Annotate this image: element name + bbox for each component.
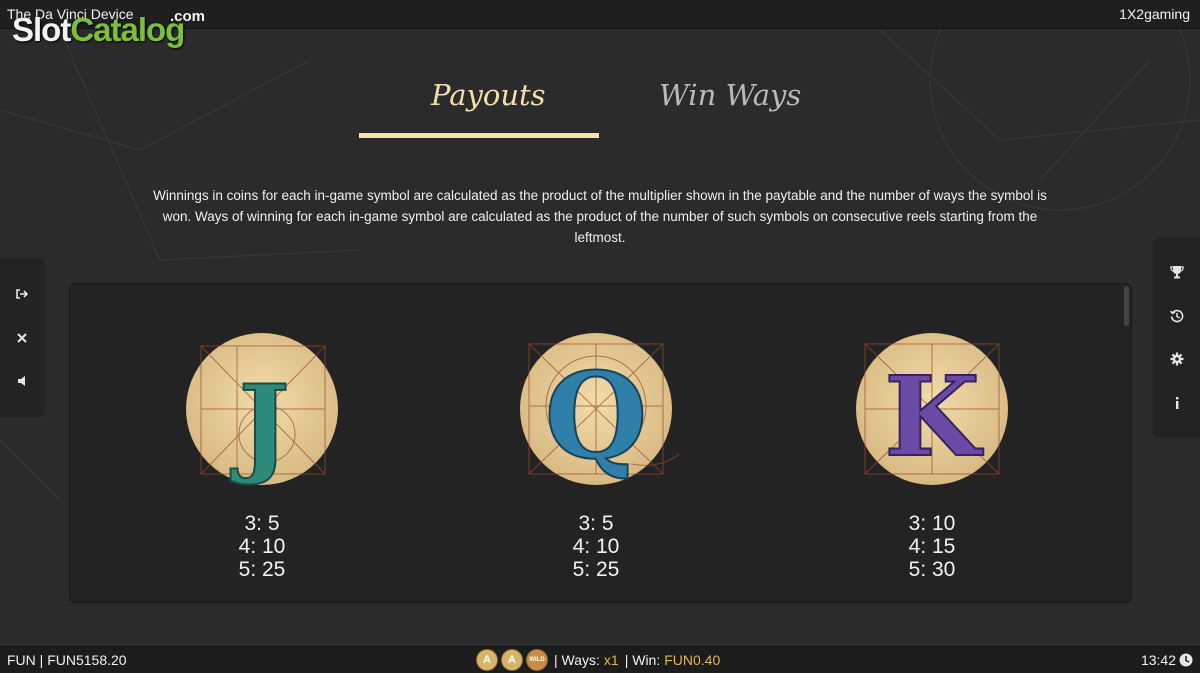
clock-icon: [1179, 653, 1193, 667]
provider-name: 1X2gaming: [1119, 6, 1190, 22]
payout-line: 3: 5: [578, 512, 614, 535]
symbol-k-icon: K: [856, 333, 1008, 485]
payout-line: 4: 10: [572, 535, 620, 558]
svg-text:K: K: [884, 352, 983, 481]
settings-button[interactable]: [1162, 344, 1192, 374]
close-button[interactable]: [7, 323, 37, 353]
watermark-part1: Slot: [12, 11, 71, 48]
symbol-q-icon: Q: [520, 333, 680, 486]
ways-win-info: A A WILD | Ways: x1 | Win: FUN0.40: [476, 649, 721, 671]
win-value: FUN0.40: [664, 652, 721, 668]
exit-icon: [16, 289, 29, 299]
wild-coin-icon: WILD: [526, 649, 548, 671]
win-label: | Win:: [624, 652, 661, 668]
left-control-panel: [0, 258, 45, 417]
watermark-logo: SlotCatalog .com: [12, 9, 205, 48]
gear-icon: [1170, 352, 1184, 366]
watermark-suffix: .com: [170, 8, 206, 25]
symbol-j-icon: J: [186, 333, 338, 489]
info-icon: [1176, 397, 1179, 409]
exit-button[interactable]: [7, 279, 37, 309]
payout-line: 5: 25: [238, 558, 286, 581]
trophy-icon: [1170, 266, 1184, 279]
paytable-tabs: Payouts Win Ways: [359, 72, 839, 142]
symbol-q-payouts: 3: 5 4: 10 5: 25: [511, 512, 681, 581]
status-bar: FUN | FUN5158.20 A A WILD | Ways: x1 | W…: [0, 646, 1200, 673]
payout-line: 4: 15: [908, 535, 956, 558]
right-control-panel: [1153, 237, 1200, 438]
history-icon: [1170, 309, 1184, 323]
symbol-j-payouts: 3: 5 4: 10 5: 25: [177, 512, 347, 581]
ways-label: | Ways:: [554, 652, 600, 668]
sound-icon: [18, 376, 25, 386]
payout-line: 5: 30: [908, 558, 956, 581]
coin-a-icon: A: [501, 649, 523, 671]
payout-line: 5: 25: [572, 558, 620, 581]
paytable-description: Winnings in coins for each in-game symbo…: [153, 188, 1047, 245]
svg-text:Q: Q: [545, 346, 648, 485]
trophy-button[interactable]: [1162, 257, 1192, 287]
clock-time: 13:42: [1140, 652, 1176, 668]
coin-a-icon: A: [476, 649, 498, 671]
svg-text:J: J: [230, 362, 289, 488]
paytable-panel: J 3: 5 4: 10 5: 25 Q 3: 5 4: 10 5: 25 K …: [69, 283, 1132, 603]
history-button[interactable]: [1162, 301, 1192, 331]
close-icon: [17, 333, 27, 343]
panel-scrollbar[interactable]: [1124, 286, 1129, 326]
active-tab-indicator: [359, 133, 599, 138]
balance-display: FUN | FUN5158.20: [7, 652, 127, 668]
payout-line: 4: 10: [238, 535, 286, 558]
payout-line: 3: 10: [908, 512, 956, 535]
ways-value: x1: [603, 652, 619, 668]
tab-win-ways[interactable]: Win Ways: [659, 78, 801, 112]
symbol-k-payouts: 3: 10 4: 15 5: 30: [847, 512, 1017, 581]
info-button[interactable]: [1162, 388, 1192, 418]
payout-line: 3: 5: [244, 512, 280, 535]
sound-button[interactable]: [7, 366, 37, 396]
tab-payouts[interactable]: Payouts: [431, 78, 546, 112]
watermark-part2: Catalog: [70, 11, 185, 48]
